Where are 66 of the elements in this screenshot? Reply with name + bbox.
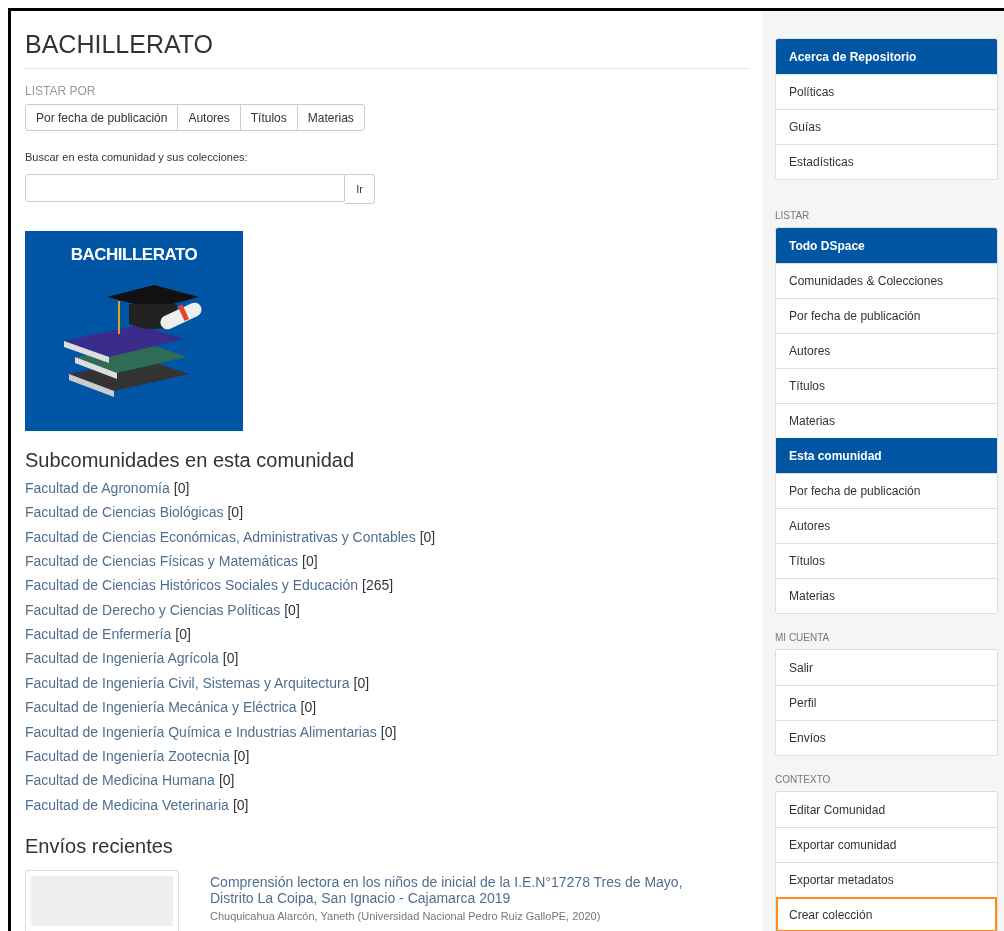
subcommunity-link[interactable]: Facultad de Ingeniería Agrícola bbox=[25, 650, 219, 667]
subcommunity-link[interactable]: Facultad de Ingeniería Civil, Sistemas y Arquitectura bbox=[25, 674, 350, 691]
browse-button[interactable]: Por fecha de publicación bbox=[25, 104, 179, 131]
subcommunity-link[interactable]: Facultad de Agronomía bbox=[25, 479, 170, 496]
subcommunity-link[interactable]: Facultad de Enfermería bbox=[25, 626, 172, 643]
item-authors: Chuquicahua Alarcón, Yaneth (Universidad Nacional Pedro Ruiz GalloPE, 2020) bbox=[210, 910, 602, 922]
sidebar-link[interactable]: Autores bbox=[776, 508, 997, 543]
sidebar-link[interactable]: Estadísticas bbox=[776, 144, 997, 179]
browse-button[interactable]: Materias bbox=[296, 104, 365, 131]
sidebar-header[interactable]: Acerca de Repositorio bbox=[776, 39, 997, 74]
go-button[interactable]: Ir bbox=[345, 174, 375, 204]
section-label: LISTAR POR bbox=[25, 84, 96, 98]
search-label: Buscar en esta comunidad y sus colecciones: bbox=[25, 151, 248, 163]
subcommunity-link[interactable]: Facultad de Ingeniería Zootecnia bbox=[25, 748, 230, 764]
sidebar-link[interactable]: Perfil bbox=[776, 685, 997, 720]
item-count: [0] bbox=[353, 674, 370, 691]
browse-button[interactable]: Títulos bbox=[239, 104, 298, 131]
sidebar-heading: CONTEXTO bbox=[775, 774, 831, 785]
item-count: [0] bbox=[419, 528, 436, 545]
sidebar-link[interactable]: Comunidades & Colecciones bbox=[776, 263, 997, 298]
subcommunity-link[interactable]: Facultad de Ciencias Históricos Sociales y Educación bbox=[25, 577, 359, 594]
sidebar-link[interactable]: Envíos bbox=[776, 720, 997, 755]
sidebar-link[interactable]: Materias bbox=[776, 578, 997, 613]
item-count: [0] bbox=[380, 723, 397, 740]
item-count: [0] bbox=[302, 552, 318, 569]
section-heading: Subcomunidades en esta comunidad bbox=[25, 448, 355, 472]
subcommunity-link[interactable]: Facultad de Ciencias Económicas, Administrativas y Contables bbox=[25, 528, 416, 545]
item-count: [0] bbox=[222, 650, 239, 667]
item-count: [0] bbox=[284, 601, 300, 618]
item-count: [0] bbox=[233, 748, 250, 764]
item-count: [0] bbox=[173, 479, 190, 496]
logo-text: BACHILLERATO bbox=[70, 245, 198, 265]
sidebar-link[interactable]: Exportar comunidad bbox=[776, 827, 997, 862]
subcommunity-link[interactable]: Facultad de Medicina Veterinaria bbox=[25, 796, 229, 813]
sidebar-header[interactable]: Esta comunidad bbox=[776, 438, 997, 473]
sidebar-heading: MI CUENTA bbox=[775, 632, 830, 643]
sidebar-header[interactable]: Todo DSpace bbox=[776, 228, 997, 263]
subcommunity-link[interactable]: Facultad de Ingeniería Mecánica y Eléctrica bbox=[25, 699, 297, 716]
sidebar-link[interactable]: Políticas bbox=[776, 74, 997, 109]
subcommunity-link[interactable]: Facultad de Medicina Humana bbox=[25, 772, 215, 789]
item-count: [0] bbox=[227, 504, 244, 521]
sidebar-link[interactable]: Exportar metadatos bbox=[776, 862, 997, 897]
sidebar-link[interactable]: Títulos bbox=[776, 368, 997, 403]
item-count: [0] bbox=[175, 626, 191, 643]
sidebar-link[interactable]: Editar Comunidad bbox=[776, 792, 997, 827]
sidebar-link[interactable]: Autores bbox=[776, 333, 997, 368]
sidebar-link[interactable]: Guías bbox=[776, 109, 997, 144]
sidebar-link[interactable]: Salir bbox=[776, 650, 997, 685]
subcommunity-link[interactable]: Facultad de Ciencias Físicas y Matemáticas bbox=[25, 552, 299, 569]
browse-button[interactable]: Autores bbox=[177, 104, 241, 131]
item-title-link[interactable]: Comprensión lectora en los niños de inicial de la I.E.N°17278 Tres de Mayo, Distrito La Coipa, San Ignacio - Cajamarca 2019 bbox=[210, 874, 710, 906]
section-heading: Envíos recientes bbox=[25, 835, 173, 858]
item-count: [0] bbox=[232, 796, 249, 813]
item-count: [0] bbox=[300, 699, 317, 716]
subcommunity-link[interactable]: Facultad de Ingeniería Química e Industrias Alimentarias bbox=[25, 723, 377, 740]
search-field[interactable] bbox=[25, 174, 345, 202]
item-count: [265] bbox=[362, 577, 394, 594]
subcommunity-link[interactable]: Facultad de Ciencias Biológicas bbox=[25, 504, 224, 521]
item-count: [0] bbox=[218, 772, 235, 789]
sidebar-link[interactable]: Por fecha de publicación bbox=[776, 298, 997, 333]
subcommunity-link[interactable]: Facultad de Derecho y Ciencias Políticas bbox=[25, 601, 281, 618]
page-title: BACHILLERATO bbox=[25, 30, 214, 58]
sidebar-heading: LISTAR bbox=[775, 210, 810, 221]
sidebar-link[interactable]: Títulos bbox=[776, 543, 997, 578]
sidebar-link[interactable]: Crear colección bbox=[776, 897, 997, 931]
sidebar-link[interactable]: Por fecha de publicación bbox=[776, 473, 997, 508]
